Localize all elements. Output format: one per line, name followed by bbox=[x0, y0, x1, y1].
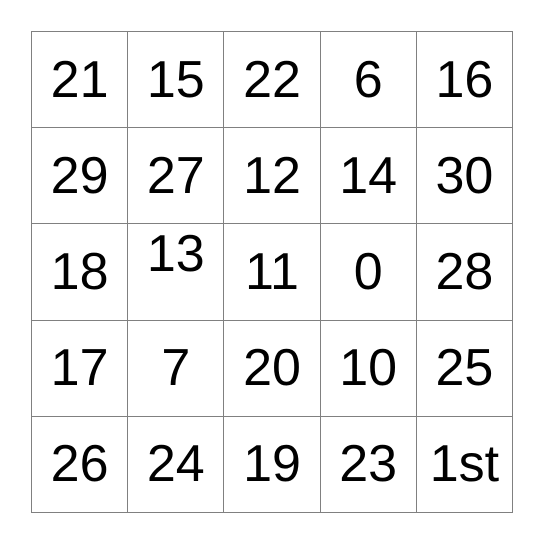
bingo-cell-r3-c4[interactable]: 0 bbox=[320, 224, 417, 321]
bingo-cell-label: 10 bbox=[339, 339, 398, 398]
bingo-cell-r1-c4[interactable]: 6 bbox=[320, 32, 417, 129]
bingo-cell-r5-c5[interactable]: 1st bbox=[416, 416, 513, 513]
bingo-cell-label: 15 bbox=[146, 50, 205, 109]
bingo-cell-r2-c1[interactable]: 29 bbox=[32, 128, 129, 225]
bingo-cell-r5-c2[interactable]: 24 bbox=[128, 416, 225, 513]
bingo-cell-label: 17 bbox=[50, 339, 109, 398]
bingo-cell-r3-c1[interactable]: 18 bbox=[32, 224, 129, 321]
bingo-cell-r1-c2[interactable]: 15 bbox=[128, 32, 225, 129]
bingo-cell-label: 0 bbox=[353, 242, 383, 301]
bingo-cell-label: 27 bbox=[146, 146, 205, 205]
bingo-cell-label: 14 bbox=[339, 146, 398, 205]
bingo-cell-label: 6 bbox=[353, 50, 383, 109]
bingo-cell-label: 11 bbox=[245, 242, 299, 301]
bingo-cell-r4-c4[interactable]: 10 bbox=[320, 320, 417, 417]
bingo-cell-r5-c1[interactable]: 26 bbox=[32, 416, 129, 513]
bingo-cell-r4-c3[interactable]: 20 bbox=[224, 320, 321, 417]
bingo-cell-label: 28 bbox=[435, 242, 494, 301]
bingo-cell-r1-c5[interactable]: 16 bbox=[416, 32, 513, 129]
bingo-cell-label: 26 bbox=[50, 435, 109, 494]
bingo-cell-r1-c3[interactable]: 22 bbox=[224, 32, 321, 129]
bingo-cell-label: 24 bbox=[146, 435, 205, 494]
bingo-cell-label: 12 bbox=[243, 146, 301, 205]
bingo-cell-label: 13 bbox=[146, 225, 205, 284]
bingo-cell-label: 21 bbox=[50, 50, 109, 109]
bingo-cell-r5-c4[interactable]: 23 bbox=[320, 416, 417, 513]
bingo-cell-label: 25 bbox=[435, 339, 494, 398]
bingo-cell-r2-c5[interactable]: 30 bbox=[416, 128, 513, 225]
bingo-cell-r2-c4[interactable]: 14 bbox=[320, 128, 417, 225]
bingo-cell-label: 20 bbox=[243, 339, 301, 398]
bingo-cell-r5-c3[interactable]: 19 bbox=[224, 416, 321, 513]
bingo-cell-r4-c5[interactable]: 25 bbox=[416, 320, 513, 417]
bingo-cell-label: 30 bbox=[435, 146, 494, 205]
bingo-card-grid: 21 15 22 6 16 29 27 12 14 30 18 13 11 0 28 17 7 20 10 25 26 2… bbox=[31, 31, 513, 513]
bingo-cell-label: 23 bbox=[339, 435, 398, 494]
bingo-cell-r2-c2[interactable]: 27 bbox=[128, 128, 225, 225]
bingo-cell-label: 29 bbox=[50, 146, 109, 205]
bingo-cell-label: 22 bbox=[243, 50, 301, 109]
bingo-cell-label: 18 bbox=[50, 242, 109, 301]
bingo-cell-r3-c2[interactable]: 13 bbox=[128, 224, 225, 321]
bingo-cell-label: 1st bbox=[429, 435, 500, 494]
bingo-cell-r4-c1[interactable]: 17 bbox=[32, 320, 129, 417]
bingo-cell-label: 7 bbox=[161, 339, 191, 398]
bingo-cell-label: 16 bbox=[435, 50, 494, 109]
bingo-cell-r3-c3[interactable]: 11 bbox=[224, 224, 321, 321]
bingo-cell-r1-c1[interactable]: 21 bbox=[32, 32, 129, 129]
bingo-cell-r3-c5[interactable]: 28 bbox=[416, 224, 513, 321]
bingo-cell-r4-c2[interactable]: 7 bbox=[128, 320, 225, 417]
bingo-cell-r2-c3[interactable]: 12 bbox=[224, 128, 321, 225]
bingo-cell-label: 19 bbox=[243, 435, 301, 494]
